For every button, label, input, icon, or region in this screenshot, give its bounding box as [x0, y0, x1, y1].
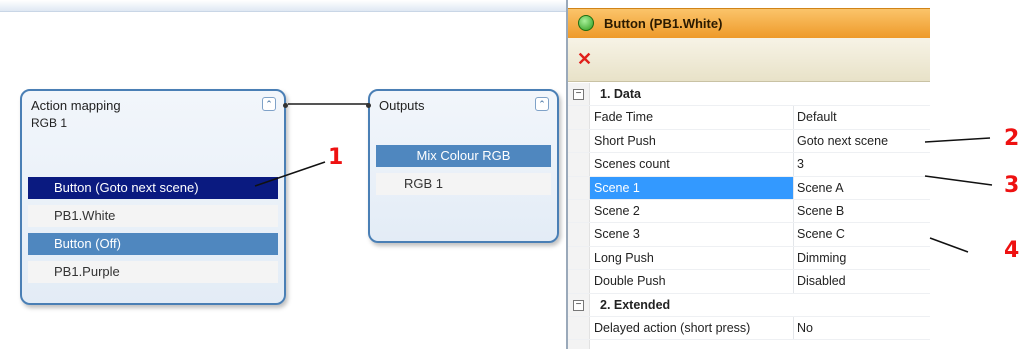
column-divider: [793, 246, 794, 270]
property-row-delayed-action[interactable]: Delayed action (short press) No: [568, 316, 930, 341]
property-value[interactable]: 3: [797, 153, 804, 175]
column-divider: [793, 316, 794, 340]
callout-1: 1: [328, 145, 344, 170]
property-key: Short Push: [594, 133, 656, 148]
list-item-mix-colour-rgb[interactable]: Mix Colour RGB: [376, 145, 551, 167]
property-row-scene-3[interactable]: Scene 3 Scene C: [568, 223, 930, 247]
delete-icon[interactable]: ✕: [577, 50, 592, 68]
node-title: Action mapping: [31, 98, 121, 113]
category-extended[interactable]: − 2. Extended: [568, 294, 930, 317]
callout-3: 3: [1004, 173, 1020, 198]
collapse-category-icon[interactable]: −: [573, 89, 584, 100]
property-row-short-push[interactable]: Short Push Goto next scene: [568, 129, 930, 154]
outputs-node[interactable]: Outputs ⌃ Mix Colour RGB RGB 1: [366, 89, 559, 243]
collapse-category-icon[interactable]: −: [573, 299, 584, 311]
property-key: Fade Time: [594, 110, 654, 125]
collapse-icon[interactable]: ⌃: [535, 97, 549, 111]
callout-4: 4: [1004, 238, 1020, 263]
property-row-fade-time[interactable]: Fade Time Default: [568, 106, 930, 130]
callout-2-line: [924, 137, 991, 143]
callout-2: 2: [1004, 126, 1020, 151]
column-divider: [793, 153, 794, 176]
category-label: 2. Extended: [600, 297, 671, 312]
property-key: Scene 1: [590, 176, 793, 199]
property-key: Double Push: [594, 274, 666, 289]
list-item-rgb-1[interactable]: RGB 1: [376, 173, 551, 195]
panel-title: Button (PB1.White): [604, 16, 723, 31]
property-key: Scenes count: [594, 157, 670, 172]
list-item-pb1-purple[interactable]: PB1.Purple: [28, 261, 278, 283]
property-row-scene-2[interactable]: Scene 2 Scene B: [568, 199, 930, 224]
output-port-icon[interactable]: [283, 103, 288, 108]
property-value[interactable]: Scene B: [797, 200, 844, 222]
category-data[interactable]: − 1. Data: [568, 83, 930, 107]
property-key: Delayed action (short press): [594, 320, 751, 335]
column-divider: [793, 270, 794, 293]
panel-toolbar: ✕: [568, 38, 930, 82]
property-grid[interactable]: − 1. Data Fade Time Default Short Push G…: [568, 83, 930, 341]
category-label: 1. Data: [600, 87, 641, 101]
callout-4-line: [929, 237, 969, 253]
column-divider: [793, 199, 794, 223]
mapping-canvas[interactable]: Action mapping RGB 1 ⌃ Button (Goto next…: [0, 0, 566, 349]
list-item-button-off[interactable]: Button (Off): [28, 233, 278, 255]
property-value[interactable]: Scene A: [797, 177, 844, 199]
node-title: Outputs: [379, 98, 425, 113]
status-ok-icon: [578, 15, 594, 31]
column-divider: [793, 129, 794, 153]
property-key: Scene 3: [594, 227, 640, 242]
property-value[interactable]: No: [797, 317, 813, 339]
property-value[interactable]: Dimming: [797, 247, 846, 269]
callout-3-line: [924, 175, 993, 186]
panel-header: Button (PB1.White): [568, 8, 930, 38]
property-value[interactable]: Default: [797, 106, 837, 128]
property-row-long-push[interactable]: Long Push Dimming: [568, 246, 930, 271]
property-key: Long Push: [594, 250, 654, 265]
column-divider: [793, 106, 794, 129]
column-divider: [793, 223, 794, 246]
property-row-double-push[interactable]: Double Push Disabled: [568, 270, 930, 294]
property-value[interactable]: Scene C: [797, 223, 845, 245]
property-value[interactable]: Goto next scene: [797, 130, 888, 152]
property-key: Scene 2: [594, 203, 640, 218]
input-port-icon[interactable]: [366, 103, 371, 108]
action-mapping-node[interactable]: Action mapping RGB 1 ⌃ Button (Goto next…: [20, 89, 288, 305]
list-item-pb1-white[interactable]: PB1.White: [28, 205, 278, 227]
properties-panel: Button (PB1.White) ✕ − 1. Data Fade Time…: [566, 0, 930, 349]
column-divider: [793, 176, 794, 199]
collapse-icon[interactable]: ⌃: [262, 97, 276, 111]
property-value[interactable]: Disabled: [797, 270, 846, 292]
node-subtitle: RGB 1: [31, 116, 68, 130]
property-row-scene-1[interactable]: Scene 1 Scene A: [568, 176, 930, 200]
property-row-scenes-count[interactable]: Scenes count 3: [568, 153, 930, 177]
list-item-button-goto-next-scene[interactable]: Button (Goto next scene): [28, 177, 278, 199]
